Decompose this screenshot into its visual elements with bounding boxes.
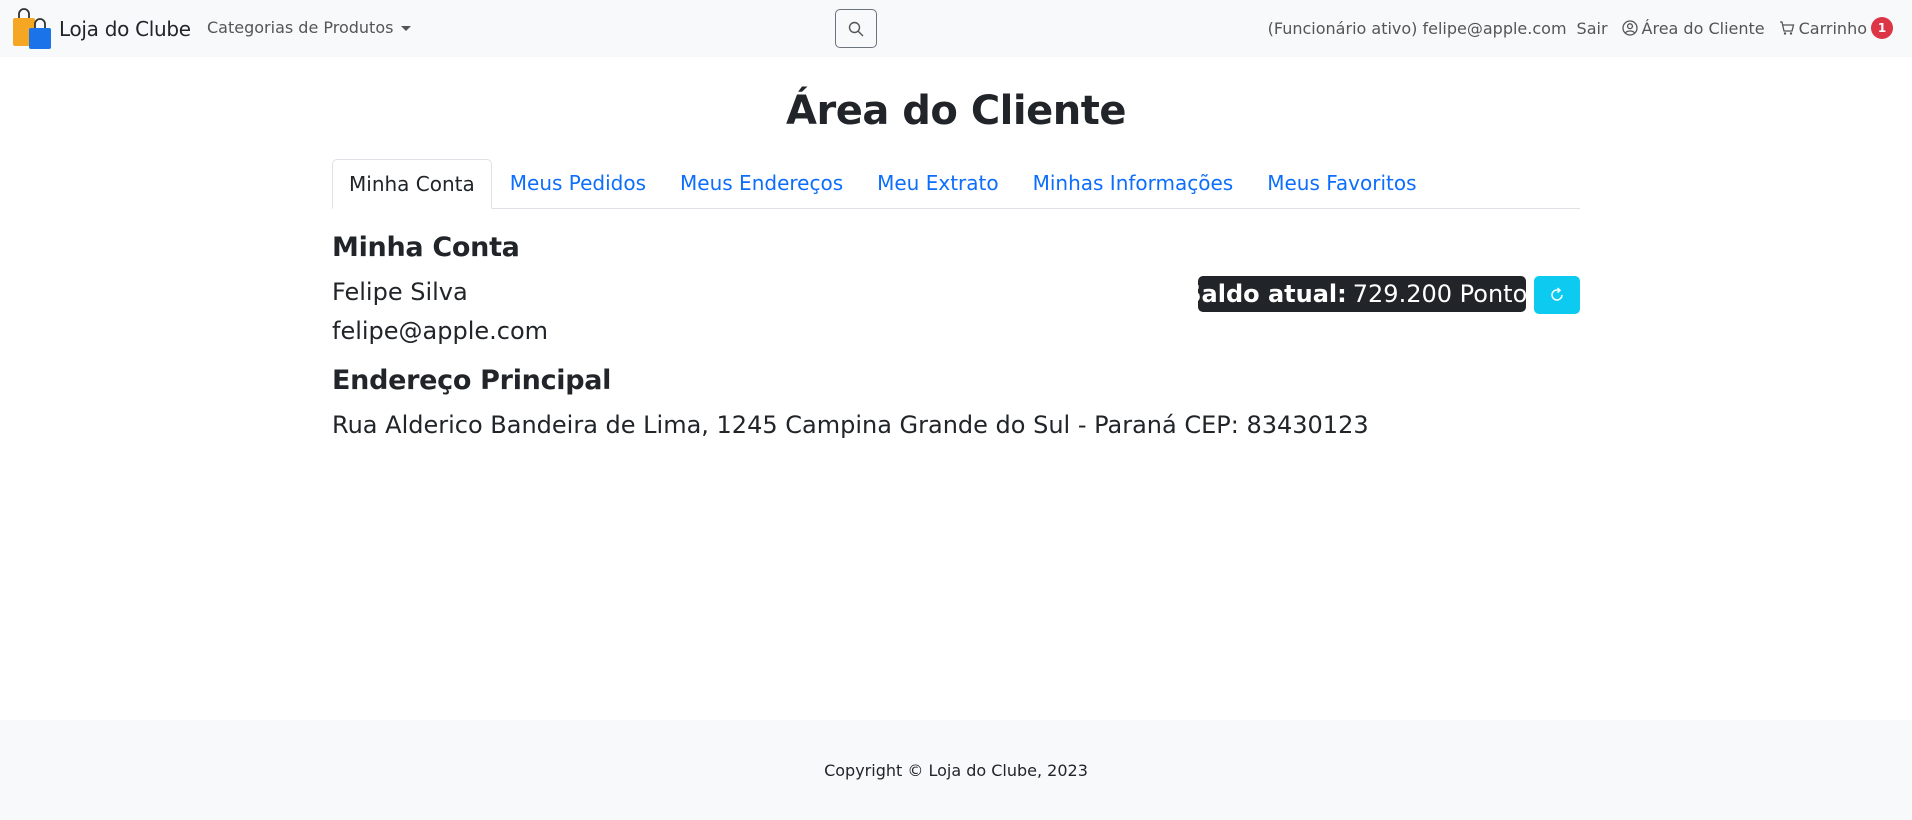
- footer: Copyright © Loja do Clube, 2023: [0, 720, 1912, 820]
- search-button[interactable]: [835, 9, 877, 48]
- balance-value: 729.200 Pontos: [1352, 280, 1540, 308]
- shopping-bags-icon: [13, 8, 51, 49]
- cart-label: Carrinho: [1798, 18, 1867, 38]
- brand-link[interactable]: Loja do Clube: [11, 8, 191, 50]
- customer-area-link[interactable]: Área do Cliente: [1621, 18, 1765, 38]
- tab-meus-pedidos[interactable]: Meus Pedidos: [494, 159, 662, 208]
- customer-area-label: Área do Cliente: [1641, 18, 1765, 38]
- cart-link[interactable]: Carrinho 1: [1779, 17, 1893, 39]
- top-navbar: Loja do Clube Categorias de Produtos (Fu…: [0, 0, 1912, 57]
- address-heading: Endereço Principal: [332, 365, 612, 396]
- main-address: Rua Alderico Bandeira de Lima, 1245 Camp…: [332, 411, 1369, 439]
- search-icon: [848, 21, 864, 36]
- user-circle-icon: [1621, 20, 1638, 36]
- tab-minhas-informacoes[interactable]: Minhas Informações: [1017, 159, 1250, 208]
- tab-meu-extrato[interactable]: Meu Extrato: [861, 159, 1014, 208]
- user-nav: (Funcionário ativo) felipe@apple.com Sai…: [1258, 17, 1893, 39]
- brand-name: Loja do Clube: [59, 17, 191, 41]
- copyright-text: Copyright © Loja do Clube, 2023: [824, 760, 1088, 780]
- tab-meus-enderecos[interactable]: Meus Endereços: [664, 159, 859, 208]
- tab-minha-conta[interactable]: Minha Conta: [332, 159, 492, 209]
- balance-badge: Saldo atual: 729.200 Pontos: [1184, 276, 1540, 312]
- chevron-down-icon: [401, 26, 412, 31]
- refresh-balance-button[interactable]: [1534, 276, 1580, 314]
- account-heading: Minha Conta: [332, 232, 520, 263]
- customer-name: Felipe Silva: [332, 278, 468, 306]
- cart-count-badge: 1: [1871, 17, 1893, 39]
- categories-dropdown[interactable]: Categorias de Produtos: [207, 18, 412, 37]
- categories-label: Categorias de Produtos: [207, 18, 394, 37]
- page-title: Área do Cliente: [786, 88, 1126, 134]
- logout-link[interactable]: Sair: [1577, 19, 1608, 38]
- refresh-icon: [1551, 287, 1563, 301]
- account-tabs: Minha Conta Meus Pedidos Meus Endereços …: [332, 159, 1580, 209]
- user-status: (Funcionário ativo) felipe@apple.com: [1267, 18, 1567, 38]
- balance-label: Saldo atual:: [1184, 280, 1347, 308]
- tab-meus-favoritos[interactable]: Meus Favoritos: [1251, 159, 1432, 208]
- customer-email: felipe@apple.com: [332, 317, 549, 345]
- cart-icon: [1779, 21, 1794, 35]
